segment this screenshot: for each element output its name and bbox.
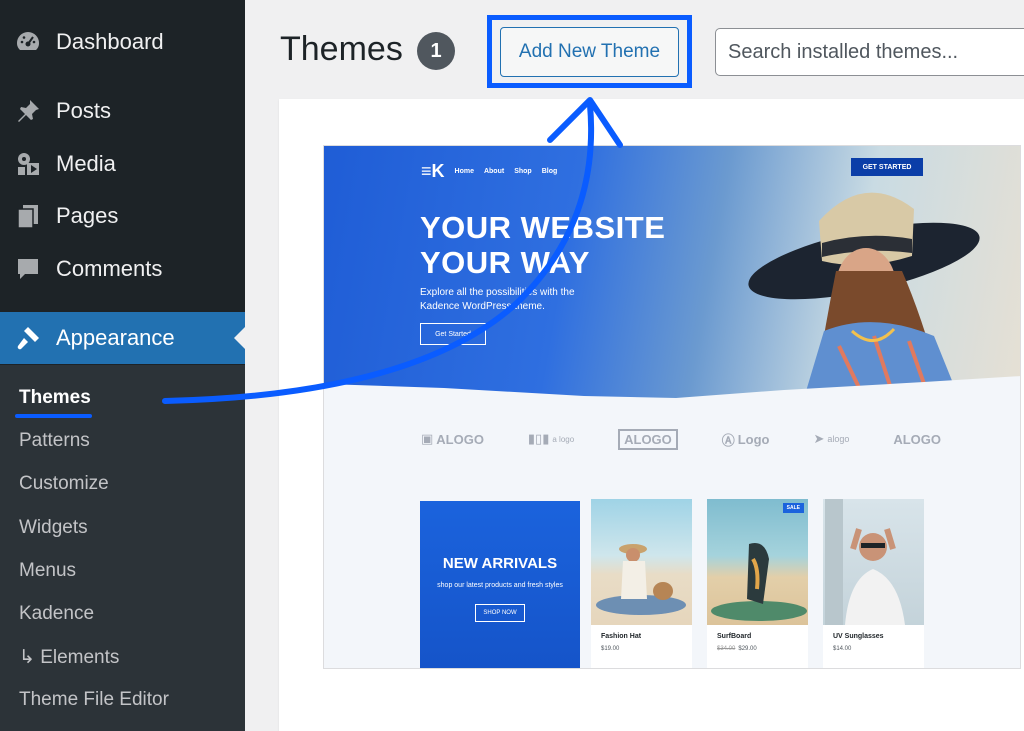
- preview-hero-subtitle: Explore all the possibilities with the K…: [420, 287, 575, 312]
- send-icon: ➤: [813, 431, 825, 446]
- promo-subtitle: shop our latest products and fresh style…: [437, 582, 563, 589]
- menu-label: Pages: [56, 203, 119, 228]
- submenu-themes[interactable]: Themes: [19, 387, 91, 409]
- preview-nav-item: Shop: [514, 168, 532, 175]
- kadence-logo-icon: ≡K: [421, 161, 445, 181]
- sale-badge: SALE: [782, 503, 804, 513]
- brand-logo-text: alogo: [827, 434, 850, 444]
- brand-logo-text: ALOGO: [624, 431, 672, 447]
- menu-item-appearance[interactable]: Appearance: [0, 312, 245, 364]
- product-old-price: $34.00: [717, 646, 736, 652]
- hero-title-line: YOUR WAY: [420, 245, 590, 280]
- submenu-theme-file-editor[interactable]: Theme File Editor: [19, 689, 169, 711]
- admin-sidebar: Dashboard Posts Media Pages Comments App…: [0, 0, 245, 731]
- hero-title-line: YOUR WEBSITE: [420, 210, 666, 245]
- product-price: $19.00: [601, 646, 619, 652]
- menu-label: Dashboard: [56, 29, 164, 54]
- pin-icon: [14, 97, 42, 125]
- product-price: $14.00: [833, 646, 851, 652]
- menu-label: Posts: [56, 98, 112, 123]
- menu-item-dashboard[interactable]: Dashboard: [0, 16, 245, 68]
- brand-logo: ALOGO: [618, 428, 678, 450]
- dashboard-icon: [14, 28, 42, 56]
- product-card: Fashion Hat $19.00: [591, 499, 692, 668]
- product-card: SALE SurfBoard $34.00 $29.00: [707, 499, 808, 668]
- preview-hero-button: Get Started: [420, 323, 486, 345]
- submenu-customize[interactable]: Customize: [19, 473, 109, 495]
- active-indicator: [234, 327, 245, 349]
- brand-logo-text: ALOGO: [436, 431, 484, 447]
- product-price-value: $29.00: [738, 646, 757, 652]
- brand-logo: ALOGO: [893, 432, 941, 447]
- model-photo: [748, 192, 980, 398]
- preview-nav-item: Blog: [541, 168, 558, 175]
- appearance-submenu: Themes Patterns Customize Widgets Menus …: [0, 365, 245, 731]
- logo-strip: ▣ ALOGO ▮▯▮ a logo ALOGO Ⓐ Logo ➤ alogo ALOG…: [421, 414, 941, 464]
- product-price-value: $14.00: [833, 646, 852, 652]
- preview-nav: ≡K Home About Shop Blog: [421, 161, 557, 182]
- product-price-value: $19.00: [601, 646, 620, 652]
- theme-screenshot[interactable]: ≡K Home About Shop Blog GET STARTED YOUR…: [323, 145, 1021, 669]
- promo-title: NEW ARRIVALS: [442, 555, 558, 572]
- circle-a-icon: Ⓐ: [721, 432, 735, 448]
- product-image: SALE: [707, 499, 808, 625]
- menu-label: Media: [56, 151, 116, 176]
- menu-item-posts[interactable]: Posts: [0, 85, 245, 137]
- preview-cta: GET STARTED: [851, 158, 923, 176]
- media-icon: [14, 150, 42, 178]
- brand-logo-text: a logo: [552, 434, 575, 444]
- menu-item-comments[interactable]: Comments: [0, 243, 245, 295]
- product-image: [823, 499, 924, 625]
- preview-nav-item: Home: [454, 168, 474, 175]
- menu-label: Appearance: [56, 325, 175, 350]
- product-name: UV Sunglasses: [833, 633, 884, 640]
- brand-logo: ➤ alogo: [813, 431, 849, 447]
- brand-logo: Ⓐ Logo: [722, 430, 770, 449]
- brand-logo: ▣ ALOGO: [421, 431, 484, 447]
- themes-underline-annotation: [15, 414, 92, 418]
- preview-hero-title: YOUR WEBSITE YOUR WAY: [420, 210, 665, 280]
- submenu-widgets[interactable]: Widgets: [19, 517, 88, 539]
- comments-icon: [14, 255, 42, 283]
- promo-block: NEW ARRIVALS shop our latest products an…: [420, 501, 580, 668]
- promo-button: SHOP NOW: [475, 604, 525, 622]
- submenu-patterns[interactable]: Patterns: [19, 430, 90, 452]
- submenu-menus[interactable]: Menus: [19, 560, 76, 582]
- soundwave-icon: ▮▯▮: [527, 431, 550, 446]
- menu-item-pages[interactable]: Pages: [0, 190, 245, 242]
- submenu-kadence[interactable]: Kadence: [19, 603, 94, 625]
- page-title: Themes: [280, 30, 403, 68]
- product-image: [591, 499, 692, 625]
- menu-item-media[interactable]: Media: [0, 138, 245, 190]
- submenu-elements[interactable]: ↳ Elements: [19, 646, 119, 669]
- search-themes-input[interactable]: [715, 28, 1024, 76]
- product-card: UV Sunglasses $14.00: [823, 499, 924, 668]
- cube-icon: ▣: [421, 431, 434, 446]
- product-name: SurfBoard: [717, 633, 752, 640]
- product-price: $34.00 $29.00: [717, 646, 757, 652]
- product-name: Fashion Hat: [601, 633, 642, 640]
- brand-logo: ▮▯▮ a logo: [528, 431, 574, 447]
- paintbrush-icon: [14, 324, 42, 352]
- add-new-theme-button[interactable]: Add New Theme: [500, 27, 679, 77]
- preview-nav-item: About: [483, 168, 505, 175]
- brand-logo-text: Logo: [737, 431, 770, 447]
- theme-count-badge: 1: [417, 32, 455, 70]
- pages-icon: [14, 202, 42, 230]
- hero-wave: [324, 376, 1020, 408]
- brand-logo-text: ALOGO: [893, 431, 941, 447]
- menu-label: Comments: [56, 256, 163, 281]
